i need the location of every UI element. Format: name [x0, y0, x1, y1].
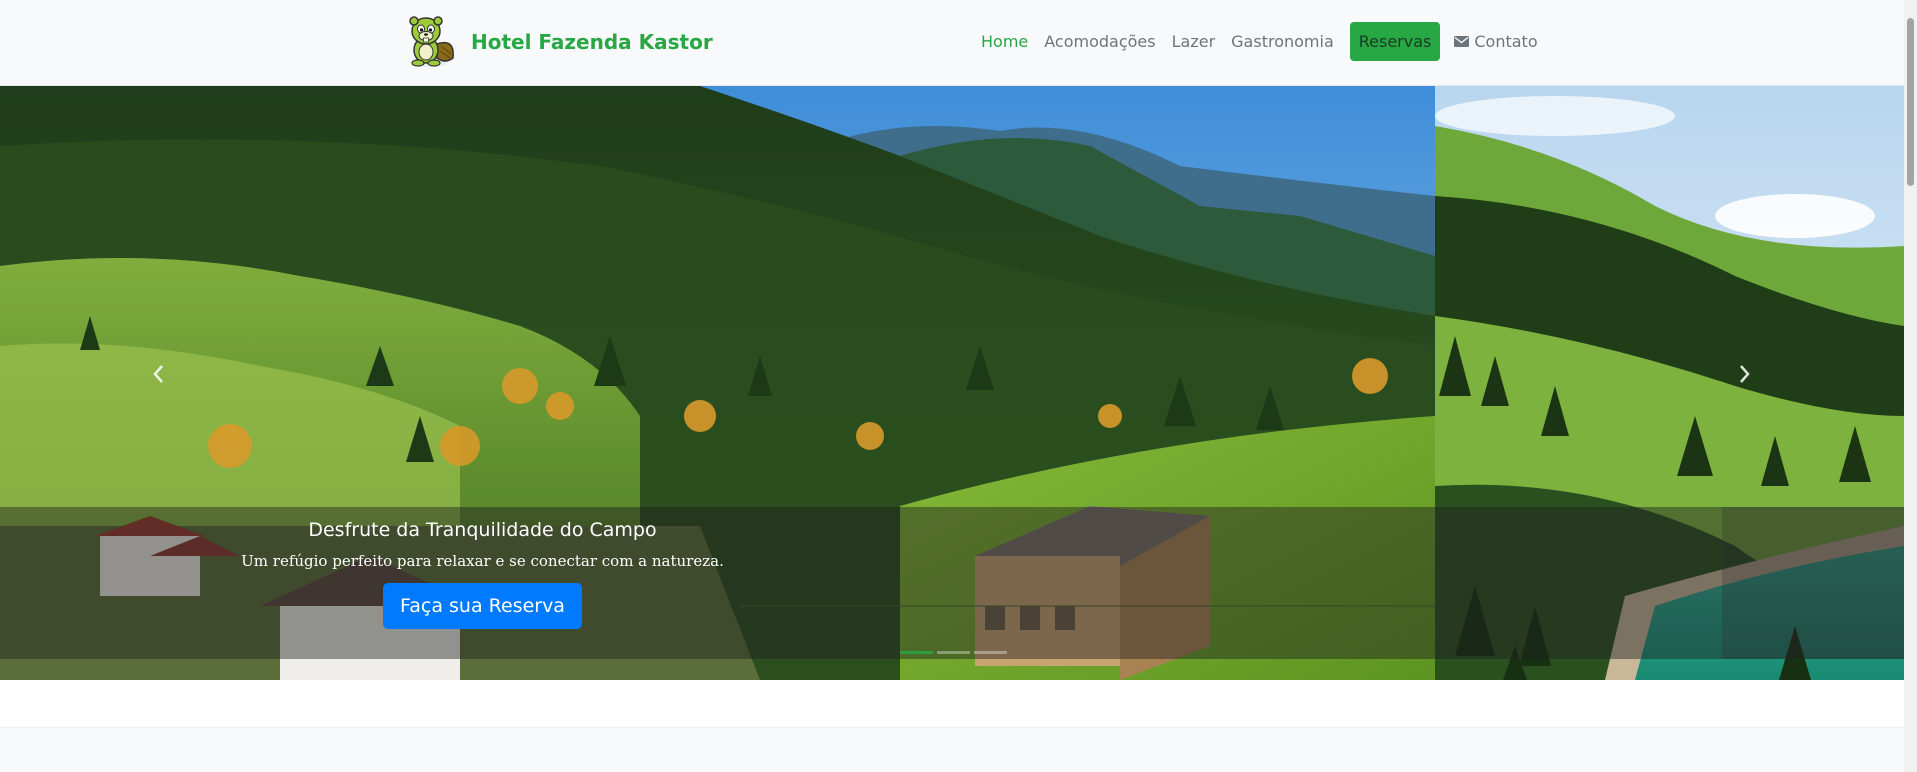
nav-item-gastronomia[interactable]: Gastronomia: [1223, 24, 1342, 59]
nav-item-lazer[interactable]: Lazer: [1164, 24, 1224, 59]
nav-item-acomodacoes[interactable]: Acomodações: [1036, 24, 1163, 59]
envelope-icon: [1454, 36, 1470, 47]
hero-caption: Desfrute da Tranquilidade do Campo Um re…: [200, 518, 765, 629]
contato-label: Contato: [1474, 32, 1538, 51]
carousel-indicator-3[interactable]: [974, 651, 1007, 654]
carousel-prev-button[interactable]: [143, 361, 173, 391]
page-scrollbar[interactable]: [1904, 0, 1917, 772]
next-slide-shade: [1722, 507, 1904, 659]
hero-subtitle: Um refúgio perfeito para relaxar e se co…: [241, 552, 724, 570]
brand-name: Hotel Fazenda Kastor: [471, 30, 713, 54]
carousel-next-button[interactable]: [1730, 361, 1760, 391]
chevron-left-icon: [151, 363, 165, 390]
nav-item-contato[interactable]: Contato: [1446, 24, 1545, 59]
hero-carousel: Desfrute da Tranquilidade do Campo Um re…: [0, 86, 1904, 680]
brand-link[interactable]: Hotel Fazenda Kastor: [403, 14, 713, 70]
carousel-indicator-2[interactable]: [937, 651, 970, 654]
beaver-logo-icon: [403, 14, 457, 70]
navbar: Hotel Fazenda Kastor Home Acomodações La…: [0, 0, 1904, 86]
hero-title: Desfrute da Tranquilidade do Campo: [308, 519, 657, 541]
reserve-cta-button[interactable]: Faça sua Reserva: [383, 583, 582, 629]
carousel-indicators: [900, 651, 1007, 654]
next-section: [0, 727, 1904, 772]
carousel-indicator-1[interactable]: [900, 651, 933, 654]
chevron-right-icon: [1738, 363, 1752, 390]
nav-item-home[interactable]: Home: [973, 24, 1036, 59]
reservas-button[interactable]: Reservas: [1349, 22, 1441, 61]
scrollbar-thumb[interactable]: [1907, 18, 1914, 186]
main-nav: Home Acomodações Lazer Gastronomia Reser…: [973, 22, 1546, 61]
